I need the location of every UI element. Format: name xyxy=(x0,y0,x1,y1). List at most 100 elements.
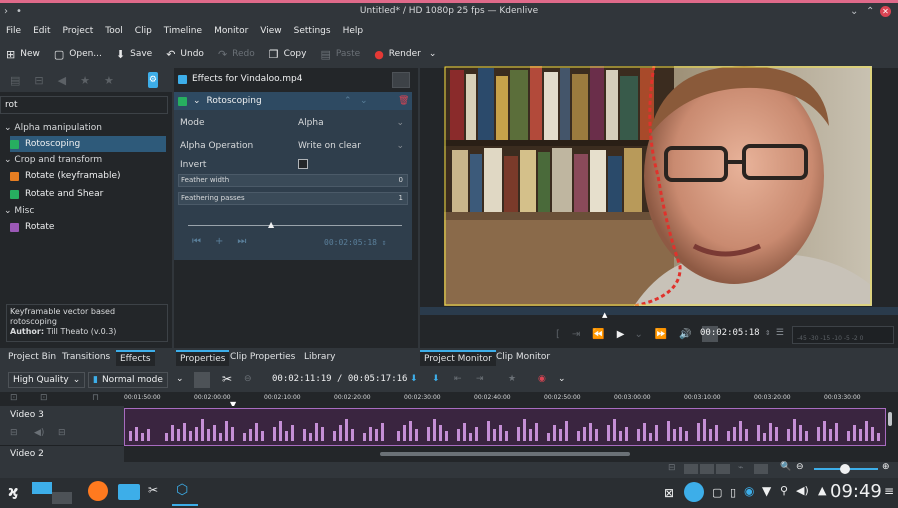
status-thumbs-button[interactable] xyxy=(684,464,698,474)
menu-help[interactable]: Help xyxy=(343,26,364,36)
delete-effect-icon[interactable]: 🗑 xyxy=(398,96,409,106)
tab-properties[interactable]: Properties xyxy=(176,350,230,366)
effect-star-icon[interactable]: ★ xyxy=(104,74,114,87)
effect-settings-icon[interactable]: ⚙ xyxy=(147,72,158,88)
video-frame[interactable] xyxy=(444,66,872,306)
alpha-operation-select[interactable]: Write on clear ⌄ xyxy=(298,138,408,154)
effect-list-icon[interactable]: ▤ xyxy=(10,74,20,87)
save-button[interactable]: ⬇ Save xyxy=(116,48,152,61)
redo-button[interactable]: ↷ Redo xyxy=(218,48,255,61)
insert-icon[interactable]: ⬇ xyxy=(410,374,418,384)
record-icon[interactable]: ◉ xyxy=(538,374,546,384)
audio-clip[interactable] xyxy=(124,408,886,446)
track-header-video3[interactable]: Video 3 ⊟ ◀) ⊟ xyxy=(0,406,124,446)
track-lock-icon[interactable]: ⊟ xyxy=(10,428,18,438)
timeline-vscroll[interactable] xyxy=(888,412,892,426)
kdenlive-task-icon[interactable]: ⬡ xyxy=(176,482,188,498)
clip-effects-icon[interactable] xyxy=(178,74,187,84)
monitor-playhead-icon[interactable]: ▲ xyxy=(602,311,607,319)
volume-icon[interactable]: 🔊 xyxy=(679,329,691,340)
feather-width-slider[interactable]: Feather width 0 xyxy=(178,174,408,187)
edit-mode-select[interactable]: ▮ Normal mode xyxy=(88,372,168,388)
effect-audio-icon[interactable]: ◀ xyxy=(58,74,66,87)
open-button[interactable]: ▢ Open... xyxy=(54,48,102,61)
clipboard-icon[interactable]: ⊠ xyxy=(664,486,674,500)
menu-timeline[interactable]: Timeline xyxy=(164,26,202,36)
stack-options-button[interactable] xyxy=(392,72,410,88)
extract-icon[interactable]: ⇤ xyxy=(454,374,462,384)
add-keyframe-icon[interactable]: + xyxy=(215,236,223,247)
file-manager-icon[interactable] xyxy=(118,484,140,500)
record-options-icon[interactable]: ⌄ xyxy=(558,374,566,384)
new-button[interactable]: ⊞ New xyxy=(6,48,40,61)
tab-clip-properties[interactable]: Clip Properties xyxy=(226,350,299,366)
volume-tray-icon[interactable]: ◀) xyxy=(796,484,809,497)
feathering-passes-slider[interactable]: Feathering passes 1 xyxy=(178,192,408,205)
track-compose-icon[interactable]: ⊡ xyxy=(40,393,48,403)
collapse-chevron-icon[interactable]: ⌄ xyxy=(193,96,201,106)
tab-effects[interactable]: Effects xyxy=(116,350,155,366)
menu-file[interactable]: File xyxy=(6,26,21,36)
maximize-icon[interactable]: ⌃ xyxy=(866,6,874,17)
zoom-minus-icon[interactable]: ⊖ xyxy=(796,462,804,472)
status-wave-button[interactable] xyxy=(700,464,714,474)
effect-item-rotate[interactable]: Rotate xyxy=(10,219,166,235)
render-dropdown-icon[interactable]: ⌄ xyxy=(429,49,437,59)
status-audio-icon[interactable]: ⌁ xyxy=(738,463,743,473)
zone-end-icon[interactable]: ⇥ xyxy=(572,329,580,340)
clock[interactable]: 09:49 xyxy=(830,481,882,502)
kde-launcher-icon[interactable]: ϗ xyxy=(8,484,18,500)
zoom-in-icon[interactable]: ⊕ xyxy=(882,462,890,472)
tab-project-monitor[interactable]: Project Monitor xyxy=(420,350,496,366)
tray-expand-icon[interactable]: ▲ xyxy=(818,484,826,497)
razor-tool-icon[interactable]: ✂ xyxy=(222,372,232,386)
track-hide-icon[interactable]: ⊟ xyxy=(58,428,66,438)
device-icon[interactable]: ▢ xyxy=(712,486,722,499)
keyframe-timeline[interactable] xyxy=(188,225,402,226)
effect-item-rotate-shear[interactable]: Rotate and Shear xyxy=(10,186,166,202)
tab-transitions[interactable]: Transitions xyxy=(58,350,114,366)
monitor-ruler[interactable] xyxy=(420,307,898,315)
menu-monitor[interactable]: Monitor xyxy=(214,26,248,36)
effect-favorite-icon[interactable]: ★ xyxy=(80,74,90,87)
menu-view[interactable]: View xyxy=(260,26,281,36)
status-fit-button[interactable] xyxy=(754,464,768,474)
status-snap-icon[interactable]: ⊟ xyxy=(668,463,676,473)
mode-dropdown-icon[interactable]: ⌄ xyxy=(176,374,184,384)
effect-item-rotoscoping[interactable]: Rotoscoping xyxy=(10,136,166,152)
render-button[interactable]: ● Render ⌄ xyxy=(374,48,436,61)
track-mute-icon[interactable]: ◀) xyxy=(34,428,44,438)
close-icon[interactable]: ✕ xyxy=(880,6,891,17)
play-icon[interactable]: ▶ xyxy=(617,329,625,340)
overwrite-icon[interactable]: ⬇ xyxy=(432,374,440,384)
link-icon[interactable]: ⚲ xyxy=(780,484,788,497)
forward-icon[interactable]: ⏩ xyxy=(655,329,667,340)
category-misc[interactable]: ⌄ Misc xyxy=(4,206,34,216)
monitor-timecode[interactable]: 00:02:05:18 ⇕ ☰ xyxy=(700,328,784,338)
menu-project[interactable]: Project xyxy=(63,26,94,36)
favorite-icon[interactable]: ★ xyxy=(508,374,516,384)
effect-up-icon[interactable]: ⌃ xyxy=(344,96,352,106)
desktop-pager-2[interactable] xyxy=(52,492,72,504)
timeline-hscroll[interactable] xyxy=(380,452,630,456)
kdenlive-launcher-icon[interactable]: ✂ xyxy=(148,483,158,497)
play-options-icon[interactable]: ⌄ xyxy=(634,329,642,340)
invert-checkbox[interactable] xyxy=(298,159,308,169)
menu-edit[interactable]: Edit xyxy=(33,26,50,36)
tab-clip-monitor[interactable]: Clip Monitor xyxy=(492,350,554,366)
firefox-icon[interactable] xyxy=(88,481,108,501)
network-icon[interactable]: ◉ xyxy=(744,484,754,498)
zoom-slider-handle[interactable] xyxy=(840,464,850,474)
menu-tool[interactable]: Tool xyxy=(105,26,122,36)
track-audio-icon[interactable]: ⊓ xyxy=(92,393,99,403)
track-config-icon[interactable]: ⊡ xyxy=(10,393,18,403)
effect-tree-icon[interactable]: ⊟ xyxy=(34,74,43,87)
desktop-pager-1[interactable] xyxy=(32,482,52,494)
wifi-icon[interactable]: ▼ xyxy=(762,484,771,498)
mode-select[interactable]: Alpha ⌄ xyxy=(298,115,408,131)
keyframe-timecode[interactable]: 00:02:05:18 ⇕ xyxy=(324,238,387,247)
show-desktop-icon[interactable]: ≡ xyxy=(884,484,894,498)
category-alpha-manipulation[interactable]: ⌄ Alpha manipulation xyxy=(4,123,102,133)
tab-library[interactable]: Library xyxy=(300,350,339,366)
battery-icon[interactable]: ▯ xyxy=(730,486,736,499)
